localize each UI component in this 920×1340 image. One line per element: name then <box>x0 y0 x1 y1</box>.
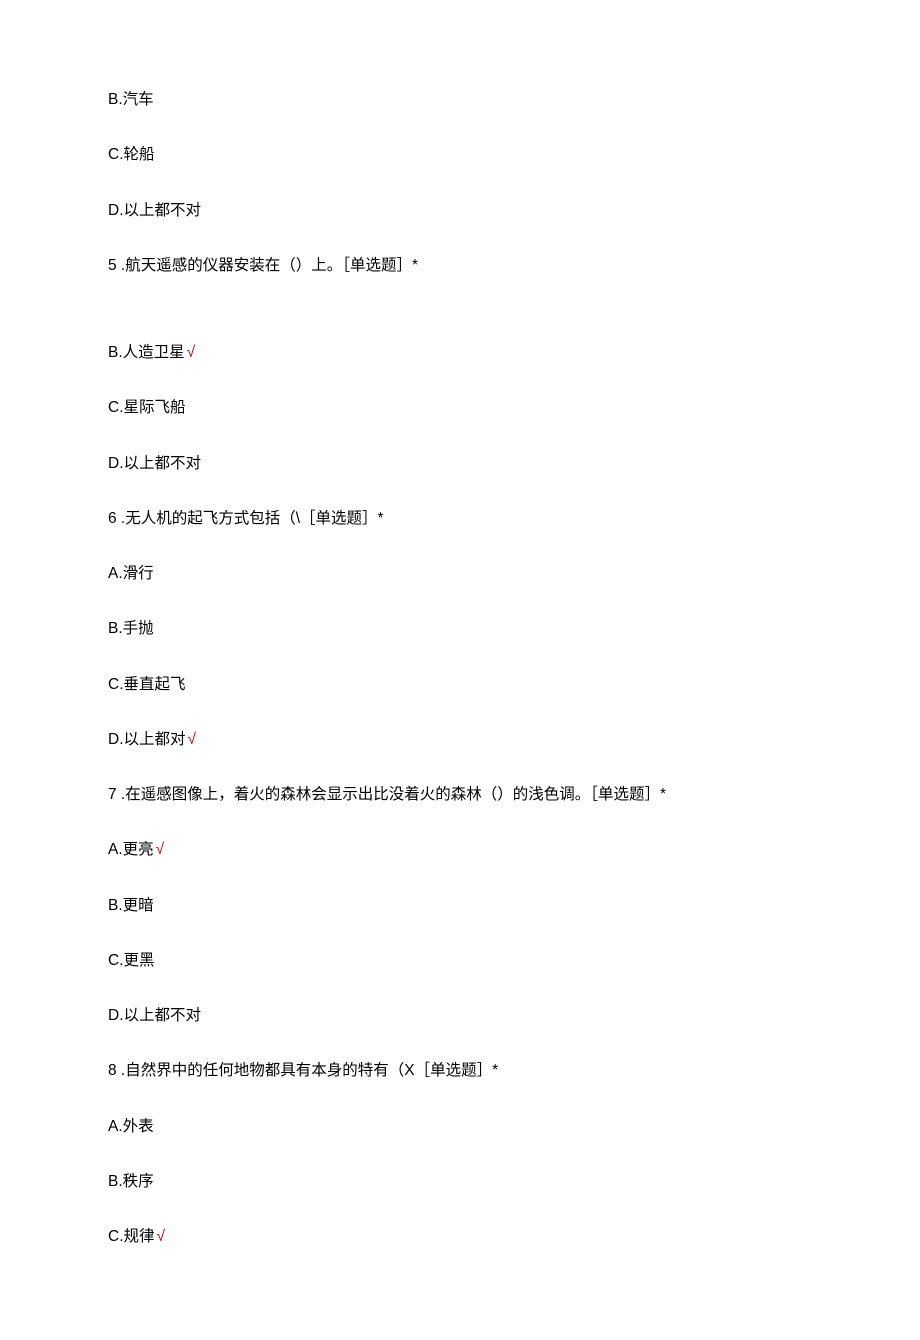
option-text: 更亮 <box>123 841 154 858</box>
option-line: B.秩序 <box>108 1170 812 1193</box>
option-line: A.更亮√ <box>108 838 812 861</box>
option-text: 垂直起飞 <box>124 676 186 693</box>
option-letter: C. <box>108 146 124 163</box>
option-line: D.以上都不对 <box>108 452 812 475</box>
option-text: 规律 <box>124 1228 155 1245</box>
option-text: 滑行 <box>123 565 154 582</box>
option-line: C.轮船 <box>108 143 812 166</box>
option-text: 手抛 <box>123 620 154 637</box>
option-letter: D. <box>108 202 124 219</box>
option-text: 以上都不对 <box>124 455 202 472</box>
check-mark-icon: √ <box>188 731 197 748</box>
option-text: 更暗 <box>123 897 154 914</box>
option-text: 秩序 <box>123 1173 154 1190</box>
option-letter: B. <box>108 91 123 108</box>
check-mark-icon: √ <box>187 344 196 361</box>
question-prefix: . <box>117 1062 126 1079</box>
option-line: C.星际飞船 <box>108 396 812 419</box>
option-line: D.以上都不对 <box>108 199 812 222</box>
question-number: 8 <box>108 1062 117 1079</box>
option-line: D.以上都不对 <box>108 1004 812 1027</box>
question-text: 在遥感图像上，着火的森林会显示出比没着火的森林（）的浅色调。［单选题］* <box>125 786 666 803</box>
question-number: 6 <box>108 510 117 527</box>
option-line: B.手抛 <box>108 617 812 640</box>
question-prefix: . <box>117 786 126 803</box>
option-letter: B. <box>108 897 123 914</box>
question-number: 5 <box>108 257 117 274</box>
blank-spacer <box>108 309 812 341</box>
question-stem: 7 .在遥感图像上，着火的森林会显示出比没着火的森林（）的浅色调。［单选题］* <box>108 783 812 806</box>
question-text: 航天遥感的仪器安装在（）上。［单选题］* <box>125 257 418 274</box>
option-letter: A. <box>108 1118 123 1135</box>
option-text: 更黑 <box>124 952 155 969</box>
option-line: B.更暗 <box>108 894 812 917</box>
option-text: 以上都对 <box>124 731 186 748</box>
option-letter: D. <box>108 731 124 748</box>
option-text: 以上都不对 <box>124 202 202 219</box>
option-letter: B. <box>108 344 123 361</box>
option-text: 星际飞船 <box>124 399 186 416</box>
option-letter: C. <box>108 399 124 416</box>
option-text: 以上都不对 <box>124 1007 202 1024</box>
check-mark-icon: √ <box>156 841 165 858</box>
option-letter: C. <box>108 1228 124 1245</box>
option-text: 外表 <box>123 1118 154 1135</box>
question-prefix: . <box>117 257 126 274</box>
option-line: D.以上都对√ <box>108 728 812 751</box>
option-line: B.人造卫星√ <box>108 341 812 364</box>
option-letter: B. <box>108 620 123 637</box>
option-text: 人造卫星 <box>123 344 185 361</box>
option-letter: D. <box>108 1007 124 1024</box>
option-line: C.规律√ <box>108 1225 812 1248</box>
option-letter: A. <box>108 841 123 858</box>
option-line: C.垂直起飞 <box>108 673 812 696</box>
option-letter: D. <box>108 455 124 472</box>
question-number: 7 <box>108 786 117 803</box>
option-letter: A. <box>108 565 123 582</box>
question-stem: 6 .无人机的起飞方式包括（\［单选题］* <box>108 507 812 530</box>
option-letter: C. <box>108 952 124 969</box>
option-line: B.汽车 <box>108 88 812 111</box>
option-letter: C. <box>108 676 124 693</box>
option-line: A.外表 <box>108 1115 812 1138</box>
check-mark-icon: √ <box>157 1228 166 1245</box>
option-line: C.更黑 <box>108 949 812 972</box>
option-letter: B. <box>108 1173 123 1190</box>
option-text: 汽车 <box>123 91 154 108</box>
question-stem: 5 .航天遥感的仪器安装在（）上。［单选题］* <box>108 254 812 277</box>
question-text: 无人机的起飞方式包括（\［单选题］* <box>125 510 383 527</box>
question-prefix: . <box>117 510 126 527</box>
question-text: 自然界中的任何地物都具有本身的特有（X［单选题］* <box>125 1062 498 1079</box>
question-stem: 8 .自然界中的任何地物都具有本身的特有（X［单选题］* <box>108 1059 812 1082</box>
option-line: A.滑行 <box>108 562 812 585</box>
option-text: 轮船 <box>124 146 155 163</box>
